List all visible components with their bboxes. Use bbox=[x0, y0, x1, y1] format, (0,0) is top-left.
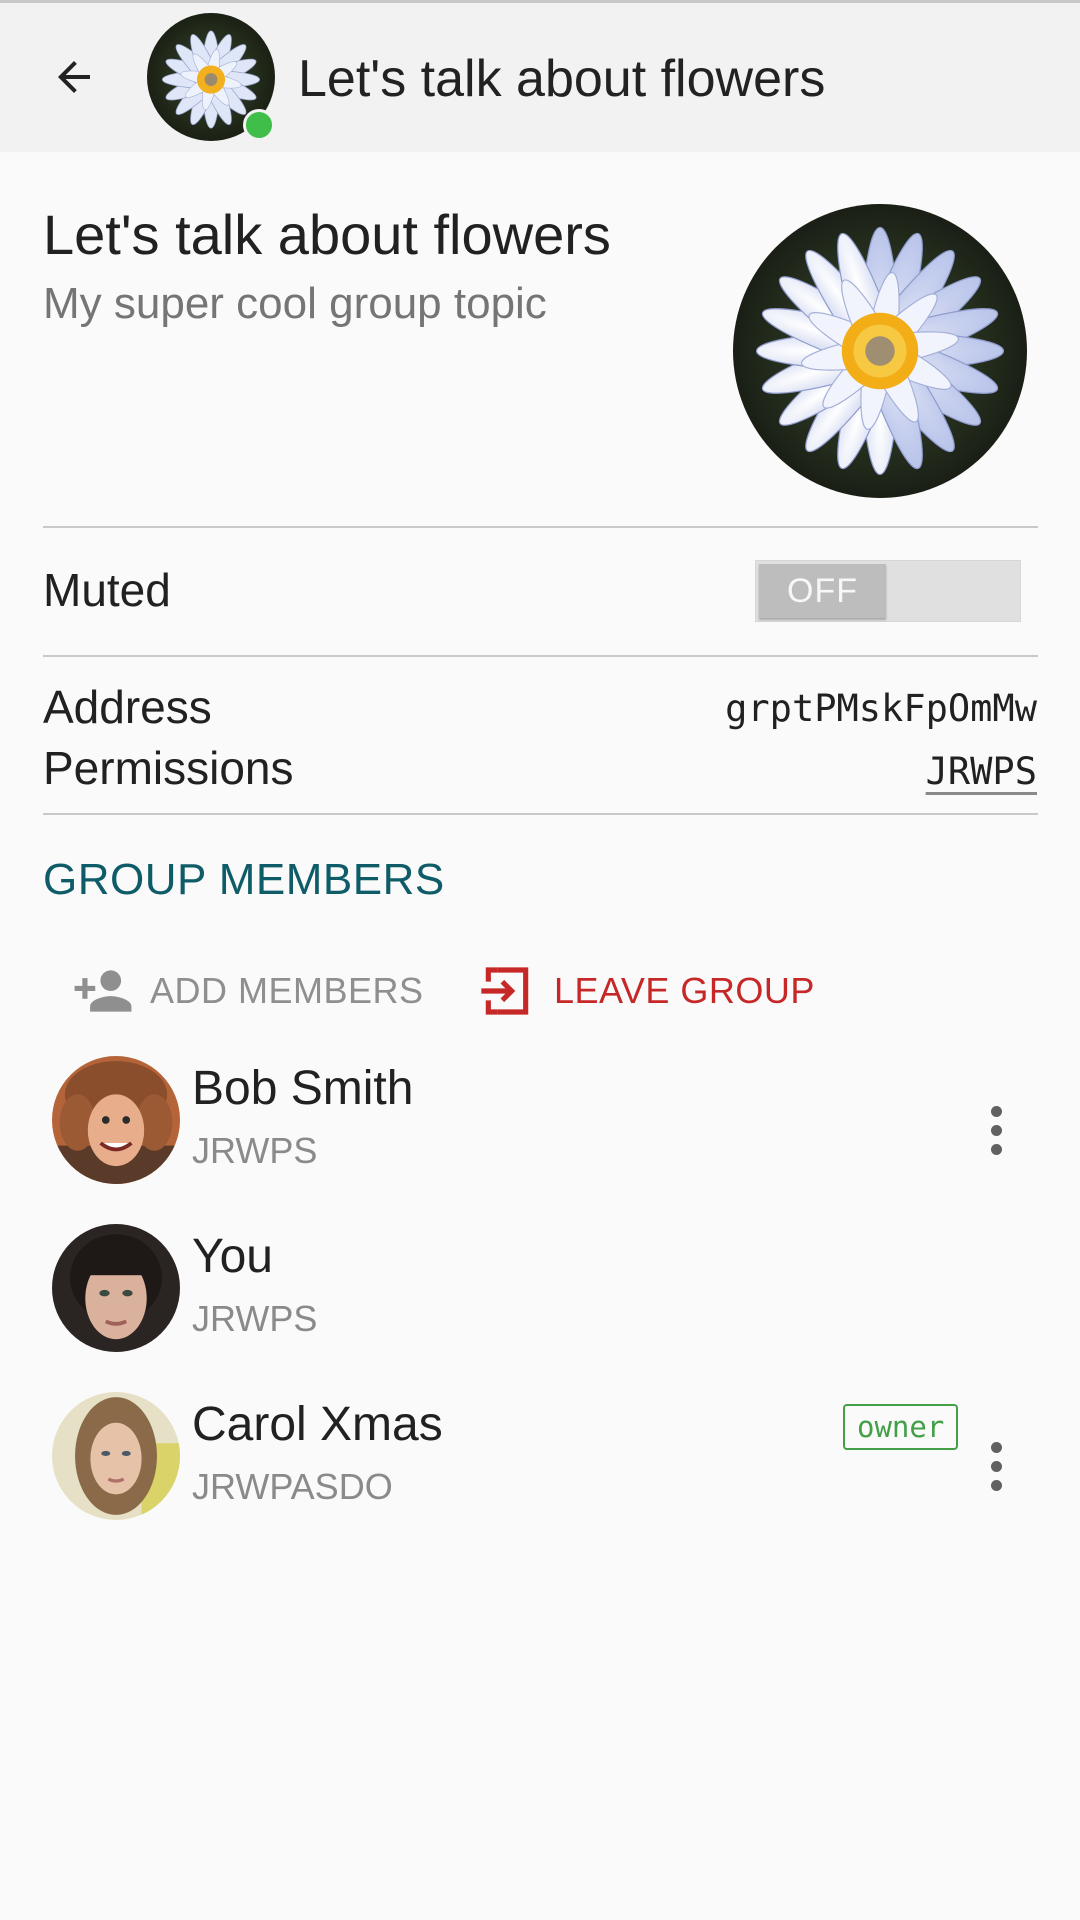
group-avatar-large[interactable] bbox=[733, 204, 1027, 498]
more-vert-icon[interactable] bbox=[970, 1094, 1022, 1166]
exit-icon bbox=[474, 958, 540, 1024]
permissions-value-link[interactable]: JRWPS bbox=[926, 744, 1037, 800]
divider bbox=[43, 655, 1038, 657]
address-value: grptPMskFpOmMw bbox=[725, 687, 1037, 730]
arrow-back-icon bbox=[58, 61, 90, 93]
leave-group-label: LEAVE GROUP bbox=[554, 970, 815, 1011]
more-vert-icon[interactable] bbox=[970, 1430, 1022, 1502]
divider bbox=[43, 526, 1038, 528]
online-status-indicator bbox=[243, 109, 275, 141]
leave-group-button[interactable]: LEAVE GROUP bbox=[474, 956, 815, 1026]
group-topic: My super cool group topic bbox=[43, 279, 547, 328]
member-permissions: JRWPS bbox=[192, 1130, 318, 1171]
member-permissions: JRWPASDO bbox=[192, 1466, 393, 1507]
avatar bbox=[52, 1224, 180, 1352]
address-label: Address bbox=[43, 681, 212, 733]
group-name: Let's talk about flowers bbox=[43, 203, 611, 266]
member-permissions: JRWPS bbox=[192, 1298, 318, 1339]
app-toolbar: Let's talk about flowers bbox=[0, 0, 1080, 152]
muted-toggle[interactable]: OFF bbox=[755, 560, 1021, 622]
toolbar-title: Let's talk about flowers bbox=[298, 50, 826, 108]
avatar bbox=[52, 1392, 180, 1520]
member-row-bob-smith[interactable]: Bob Smith JRWPS bbox=[0, 1056, 1080, 1206]
muted-toggle-thumb: OFF bbox=[759, 564, 886, 618]
back-button[interactable] bbox=[44, 47, 104, 107]
owner-badge: owner bbox=[843, 1404, 959, 1450]
member-name: Bob Smith bbox=[192, 1062, 414, 1115]
member-name: Carol Xmas bbox=[192, 1398, 443, 1451]
member-name: You bbox=[192, 1230, 273, 1283]
divider bbox=[43, 813, 1038, 815]
member-row-carol-xmas[interactable]: Carol Xmas JRWPASDO owner bbox=[0, 1392, 1080, 1542]
person-add-icon bbox=[70, 958, 136, 1024]
avatar bbox=[52, 1056, 180, 1184]
muted-label: Muted bbox=[43, 564, 171, 616]
permissions-label: Permissions bbox=[43, 742, 294, 794]
group-members-title: GROUP MEMBERS bbox=[43, 855, 445, 904]
member-row-you[interactable]: You JRWPS bbox=[0, 1224, 1080, 1374]
add-members-button[interactable]: ADD MEMBERS bbox=[70, 956, 424, 1026]
add-members-label: ADD MEMBERS bbox=[150, 970, 424, 1011]
